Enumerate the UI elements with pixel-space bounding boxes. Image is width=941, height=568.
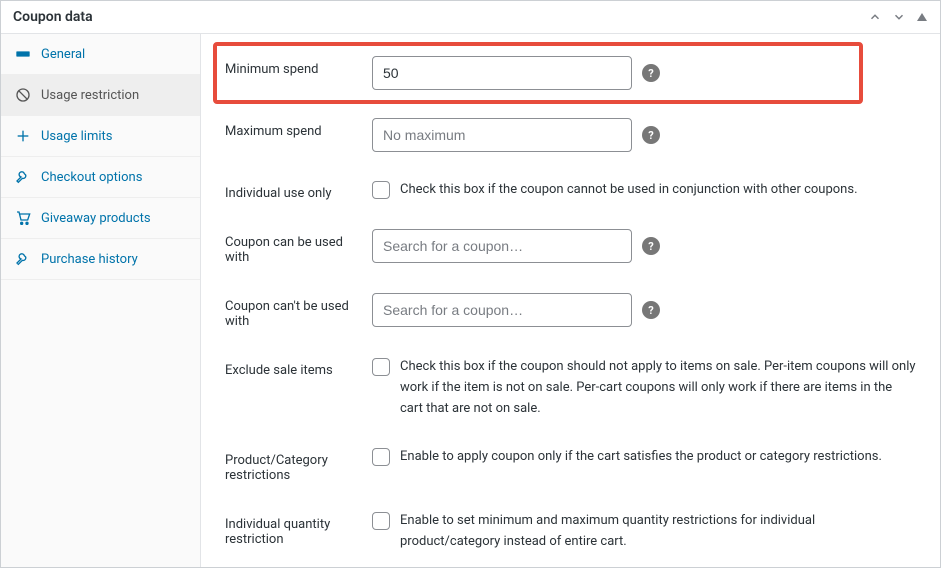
cart-icon <box>15 210 31 226</box>
checkbox-exclude-sale[interactable] <box>372 358 390 376</box>
ticket-icon <box>15 46 31 62</box>
label-exclude-sale: Exclude sale items <box>225 357 360 378</box>
tab-label-general: General <box>41 47 85 62</box>
input-minimum-spend[interactable] <box>372 56 632 90</box>
panel-title: Coupon data <box>13 9 93 25</box>
checkbox-individual-use[interactable] <box>372 181 390 199</box>
panel-body: General Usage restriction Usage limits C… <box>1 34 940 567</box>
sidebar-tabs: General Usage restriction Usage limits C… <box>1 34 201 567</box>
label-individual-quantity: Individual quantity restriction <box>225 511 360 547</box>
tab-label-usage-limits: Usage limits <box>41 129 112 144</box>
sliders-icon <box>15 128 31 144</box>
tab-usage-restriction[interactable]: Usage restriction <box>1 75 200 116</box>
label-product-category: Product/Category restrictions <box>225 447 360 483</box>
label-not-used-with: Coupon can't be used with <box>225 293 360 329</box>
text-individual-use: Check this box if the coupon cannot be u… <box>400 180 858 201</box>
row-not-used-with: Coupon can't be used with ? <box>201 279 940 343</box>
tab-checkout-options[interactable]: Checkout options <box>1 157 200 198</box>
input-used-with[interactable] <box>372 229 632 263</box>
row-maximum-spend: Maximum spend ? <box>201 104 940 166</box>
row-used-with: Coupon can be used with ? <box>201 215 940 279</box>
coupon-data-panel: Coupon data General <box>0 0 941 568</box>
label-maximum-spend: Maximum spend <box>225 118 360 139</box>
move-up-icon[interactable] <box>868 10 882 24</box>
checkbox-individual-quantity[interactable] <box>372 512 390 530</box>
input-not-used-with[interactable] <box>372 293 632 327</box>
collapse-icon[interactable] <box>916 11 928 23</box>
tab-purchase-history[interactable]: Purchase history <box>1 239 200 280</box>
label-used-with: Coupon can be used with <box>225 229 360 265</box>
text-individual-quantity: Enable to set minimum and maximum quanti… <box>400 511 916 553</box>
move-down-icon[interactable] <box>892 10 906 24</box>
wrench-icon <box>15 251 31 267</box>
row-individual-quantity: Individual quantity restriction Enable t… <box>201 497 940 567</box>
tab-general[interactable]: General <box>1 34 200 75</box>
label-minimum-spend: Minimum spend <box>225 56 360 77</box>
tab-usage-limits[interactable]: Usage limits <box>1 116 200 157</box>
help-icon[interactable]: ? <box>642 301 660 319</box>
text-product-category: Enable to apply coupon only if the cart … <box>400 447 882 468</box>
tab-label-purchase-history: Purchase history <box>41 252 138 267</box>
help-icon[interactable]: ? <box>642 64 660 82</box>
tab-label-usage-restriction: Usage restriction <box>41 88 139 103</box>
row-individual-use: Individual use only Check this box if th… <box>201 166 940 215</box>
wrench-icon <box>15 169 31 185</box>
row-exclude-sale: Exclude sale items Check this box if the… <box>201 343 940 433</box>
text-exclude-sale: Check this box if the coupon should not … <box>400 357 916 419</box>
input-maximum-spend[interactable] <box>372 118 632 152</box>
tab-label-checkout-options: Checkout options <box>41 170 142 185</box>
help-icon[interactable]: ? <box>642 126 660 144</box>
row-minimum-spend: Minimum spend ? <box>201 34 940 104</box>
label-individual-use: Individual use only <box>225 180 360 201</box>
help-icon[interactable]: ? <box>642 237 660 255</box>
panel-header-actions <box>868 10 928 24</box>
content-area: Minimum spend ? Maximum spend ? Individu… <box>201 34 940 567</box>
panel-header: Coupon data <box>1 1 940 34</box>
ban-icon <box>15 87 31 103</box>
tab-label-giveaway-products: Giveaway products <box>41 211 151 226</box>
row-product-category: Product/Category restrictions Enable to … <box>201 433 940 497</box>
checkbox-product-category[interactable] <box>372 448 390 466</box>
tab-giveaway-products[interactable]: Giveaway products <box>1 198 200 239</box>
